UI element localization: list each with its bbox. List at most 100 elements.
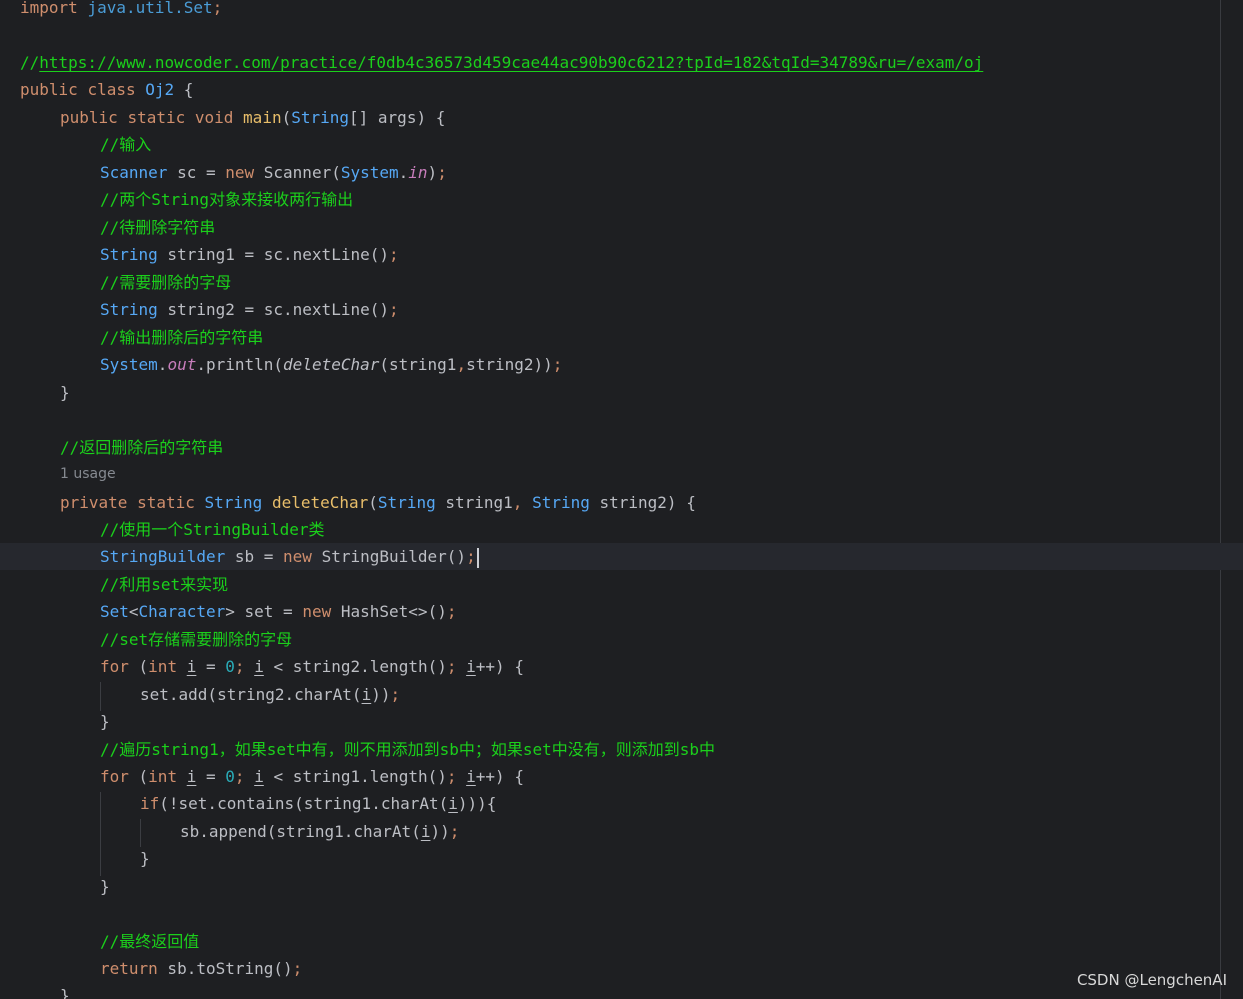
type: Set (100, 602, 129, 621)
comma: , (512, 493, 523, 512)
type: String (532, 493, 590, 512)
code-text: sb = (225, 547, 284, 566)
semicolon: ; (552, 355, 563, 374)
brace: { (174, 80, 194, 99)
type: Scanner (100, 163, 168, 182)
code-line[interactable]: if(!set.contains(string1.charAt(i))){ (0, 790, 1243, 817)
keyword: static (137, 493, 195, 512)
code-text: set = (234, 602, 303, 621)
keyword: new (283, 547, 312, 566)
semicolon: ; (388, 300, 399, 319)
number: 0 (225, 767, 235, 786)
comment: //利用set来实现 (100, 575, 229, 594)
loop-var: i (186, 657, 197, 676)
code-line[interactable]: for (int i = 0; i < string2.length(); i+… (0, 653, 1243, 680)
code-text: string1 (435, 493, 513, 512)
loop-var: i (254, 657, 264, 676)
current-line[interactable]: StringBuilder sb = new StringBuilder(); (0, 543, 1243, 570)
code-line[interactable]: public class Oj2 { (0, 76, 1243, 103)
code-line[interactable]: return sb.toString(); (0, 955, 1243, 982)
code-line[interactable]: Set<Character> set = new HashSet<>(); (0, 598, 1243, 625)
code-text: ( (368, 493, 378, 512)
code-text: ))){ (457, 794, 497, 813)
keyword: public (60, 108, 118, 127)
code-line[interactable]: //返回删除后的字符串 (0, 434, 1243, 461)
keyword: private (60, 493, 128, 512)
code-line[interactable]: } (0, 708, 1243, 735)
code-text: = (196, 767, 226, 786)
semicolon: ; (466, 547, 476, 566)
code-line[interactable]: //https://www.nowcoder.com/practice/f0db… (0, 49, 1243, 76)
loop-var: i (186, 767, 197, 786)
code-line[interactable]: //利用set来实现 (0, 571, 1243, 598)
semicolon: ; (212, 0, 223, 17)
comment: // (20, 53, 40, 72)
code-text: string2 = sc.nextLine() (157, 300, 389, 319)
method-name: deleteChar (271, 493, 369, 512)
code-text: (string1 (379, 355, 457, 374)
brace: } (140, 849, 150, 868)
code-line[interactable]: } (0, 982, 1243, 999)
comment: //遍历string1，如果set中有，则不用添加到sb中；如果set中没有，则… (100, 740, 716, 759)
code-text: string2) { (589, 493, 696, 512)
keyword: for (100, 767, 129, 786)
code-line[interactable]: //set存储需要删除的字母 (0, 626, 1243, 653)
keyword: new (302, 602, 332, 621)
loop-var: i (448, 794, 458, 813)
code-line[interactable]: for (int i = 0; i < string1.length(); i+… (0, 763, 1243, 790)
static-field: out (167, 355, 197, 374)
code-text: < string1.length() (263, 767, 447, 786)
code-line[interactable]: } (0, 845, 1243, 872)
code-line[interactable]: //待删除字符串 (0, 214, 1243, 241)
comment: //返回删除后的字符串 (60, 438, 224, 457)
code-line[interactable]: System.out.println(deleteChar(string1,st… (0, 351, 1243, 378)
keyword: int (148, 657, 178, 676)
code-line[interactable]: String string2 = sc.nextLine(); (0, 296, 1243, 323)
semicolon: ; (446, 602, 457, 621)
code-line[interactable]: //输出删除后的字符串 (0, 324, 1243, 351)
code-line[interactable]: String string1 = sc.nextLine(); (0, 241, 1243, 268)
code-line[interactable]: //遍历string1，如果set中有，则不用添加到sb中；如果set中没有，则… (0, 736, 1243, 763)
code-editor[interactable]: import java.util.Set; //https://www.nowc… (0, 0, 1243, 999)
code-line[interactable]: private static String deleteChar(String … (0, 489, 1243, 516)
params: [] args) { (349, 108, 446, 127)
semicolon: ; (446, 767, 457, 786)
code-text: ++) { (475, 657, 524, 676)
keyword: public (20, 80, 78, 99)
usage-hint[interactable]: 1 usage (60, 461, 116, 488)
code-text: ++) { (475, 767, 524, 786)
semicolon: ; (390, 685, 401, 704)
code-line[interactable]: Scanner sc = new Scanner(System.in); (0, 159, 1243, 186)
type: System (100, 355, 158, 374)
semicolon: ; (234, 767, 245, 786)
comment: //输出删除后的字符串 (100, 328, 264, 347)
comment: //输入 (100, 135, 152, 154)
code-text: )) (430, 822, 450, 841)
comment: //需要删除的字母 (100, 273, 232, 292)
keyword: import (20, 0, 78, 17)
code-line[interactable]: //输入 (0, 131, 1243, 158)
code-line[interactable]: sb.append(string1.charAt(i)); (0, 818, 1243, 845)
code-line[interactable]: //最终返回值 (0, 928, 1243, 955)
code-line[interactable]: set.add(string2.charAt(i)); (0, 681, 1243, 708)
text-caret (476, 547, 479, 568)
code-line[interactable]: public static void main(String[] args) { (0, 104, 1243, 131)
code-line[interactable]: //使用一个StringBuilder类 (0, 516, 1243, 543)
code-line[interactable]: import java.util.Set; (0, 0, 1243, 21)
comment: //两个String对象来接收两行输出 (100, 190, 354, 209)
code-text: HashSet<>() (331, 602, 447, 621)
code-line[interactable]: } (0, 873, 1243, 900)
keyword: new (225, 163, 255, 182)
code-line[interactable]: //两个String对象来接收两行输出 (0, 186, 1243, 213)
code-line[interactable]: //需要删除的字母 (0, 269, 1243, 296)
brace: } (60, 986, 70, 999)
code-line[interactable]: } (0, 379, 1243, 406)
semicolon: ; (437, 163, 447, 182)
type: Character (138, 602, 226, 621)
type: String (204, 493, 263, 512)
url-link[interactable]: https://www.nowcoder.com/practice/f0db4c… (39, 53, 983, 72)
code-text: string1 = sc.nextLine() (157, 245, 389, 264)
brace: } (60, 383, 70, 402)
keyword: class (87, 80, 136, 99)
csdn-watermark: CSDN @LengchenAI (1076, 971, 1227, 989)
